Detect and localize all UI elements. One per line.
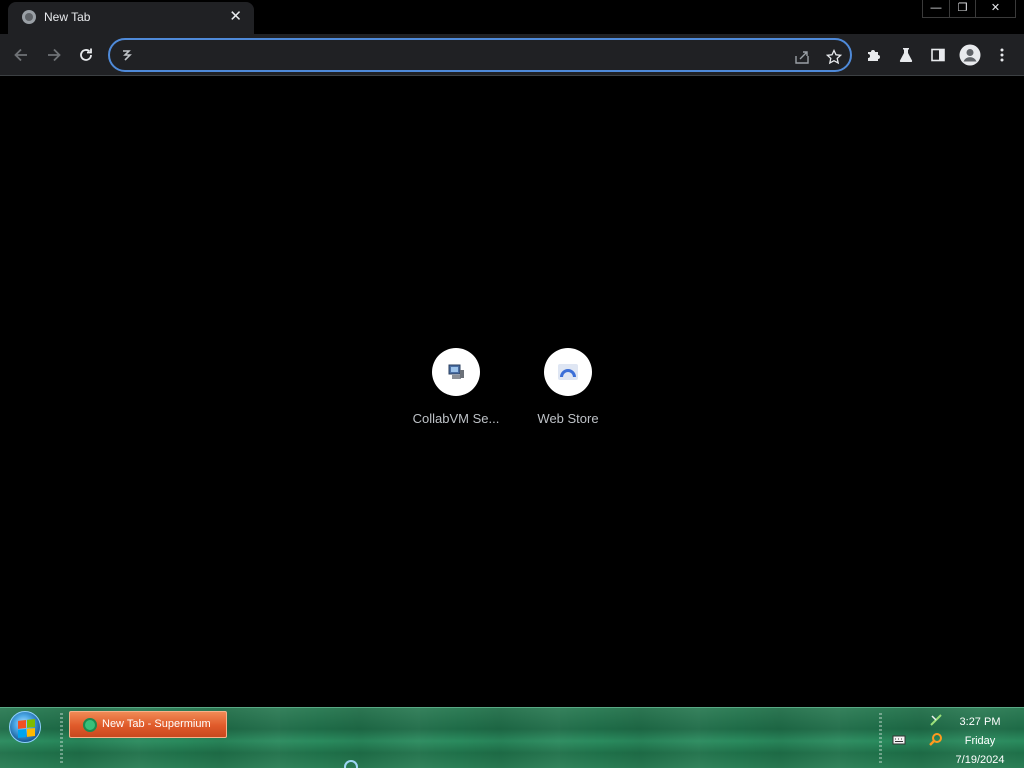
taskbar-divider [60,713,63,765]
window-controls: — ❐ ✕ [922,0,1016,18]
extensions-button[interactable] [862,43,886,67]
shortcut-collabvm[interactable]: CollabVM Se... [400,347,512,431]
labs-button[interactable] [894,43,918,67]
reload-icon [80,48,92,61]
shortcut-icon-circle [432,348,480,396]
kebab-menu-icon [1000,48,1004,62]
browser-window: New Tab ✕ — ❐ ✕ CollabVM Se... Web Store [0,0,1024,707]
star-icon [826,49,842,65]
web-store-icon [558,364,578,380]
taskbar-button-supermium[interactable]: New Tab - Supermium [69,711,227,738]
clock-time: 3:27 PM [959,716,1001,728]
flask-icon [899,48,913,63]
start-button[interactable] [9,711,41,743]
supermium-icon [83,718,97,732]
shortcut-icon-circle [544,348,592,396]
tab-strip: New Tab ✕ — ❐ ✕ [0,0,1024,34]
puzzle-icon [868,50,880,61]
share-icon [795,51,809,64]
browser-menu-button[interactable] [990,43,1014,67]
profile-button[interactable] [958,43,982,67]
magnifier-icon[interactable] [929,732,943,746]
side-panel-icon [931,48,945,62]
shortcut-web-store[interactable]: Web Store [512,347,624,431]
profile-avatar-icon [959,44,981,66]
busy-cursor-icon [344,760,358,768]
close-button[interactable]: ✕ [975,0,1015,17]
taskbar-clock[interactable]: 3:27 PM Friday 7/19/2024 [944,713,1016,768]
shortcut-label: Web Store [537,411,599,426]
clock-day: Friday [964,735,996,747]
address-bar[interactable] [108,38,852,72]
restore-button[interactable]: ❐ [949,0,975,17]
tab-new-tab[interactable]: New Tab ✕ [8,2,254,34]
windows-logo-icon [18,719,35,738]
search-engine-icon [123,50,132,61]
tab-close-icon[interactable]: ✕ [229,7,242,27]
back-button[interactable] [9,43,33,67]
taskbar-divider [879,713,882,765]
new-tab-page: CollabVM Se... Web Store [0,77,1024,707]
shortcut-label: CollabVM Se... [412,411,500,426]
network-icon[interactable] [929,713,943,727]
forward-button[interactable] [42,43,66,67]
collabvm-computer-icon [448,364,464,379]
tab-title: New Tab [44,10,91,24]
side-panel-button[interactable] [926,43,950,67]
share-button[interactable] [792,47,812,67]
globe-icon [22,10,36,24]
browser-toolbar [0,34,1024,76]
minimize-button[interactable]: — [923,0,949,17]
reload-button[interactable] [74,43,98,67]
clock-date: 7/19/2024 [955,754,1005,766]
taskbar: New Tab - Supermium 3:27 PM Friday 7/19/… [0,707,1024,768]
taskbar-button-label: New Tab - Supermium [102,718,211,730]
keyboard-icon[interactable] [892,733,906,747]
address-input[interactable] [144,46,784,66]
forward-arrow-icon [48,48,61,62]
bookmark-button[interactable] [824,47,844,67]
back-arrow-icon [14,48,27,62]
